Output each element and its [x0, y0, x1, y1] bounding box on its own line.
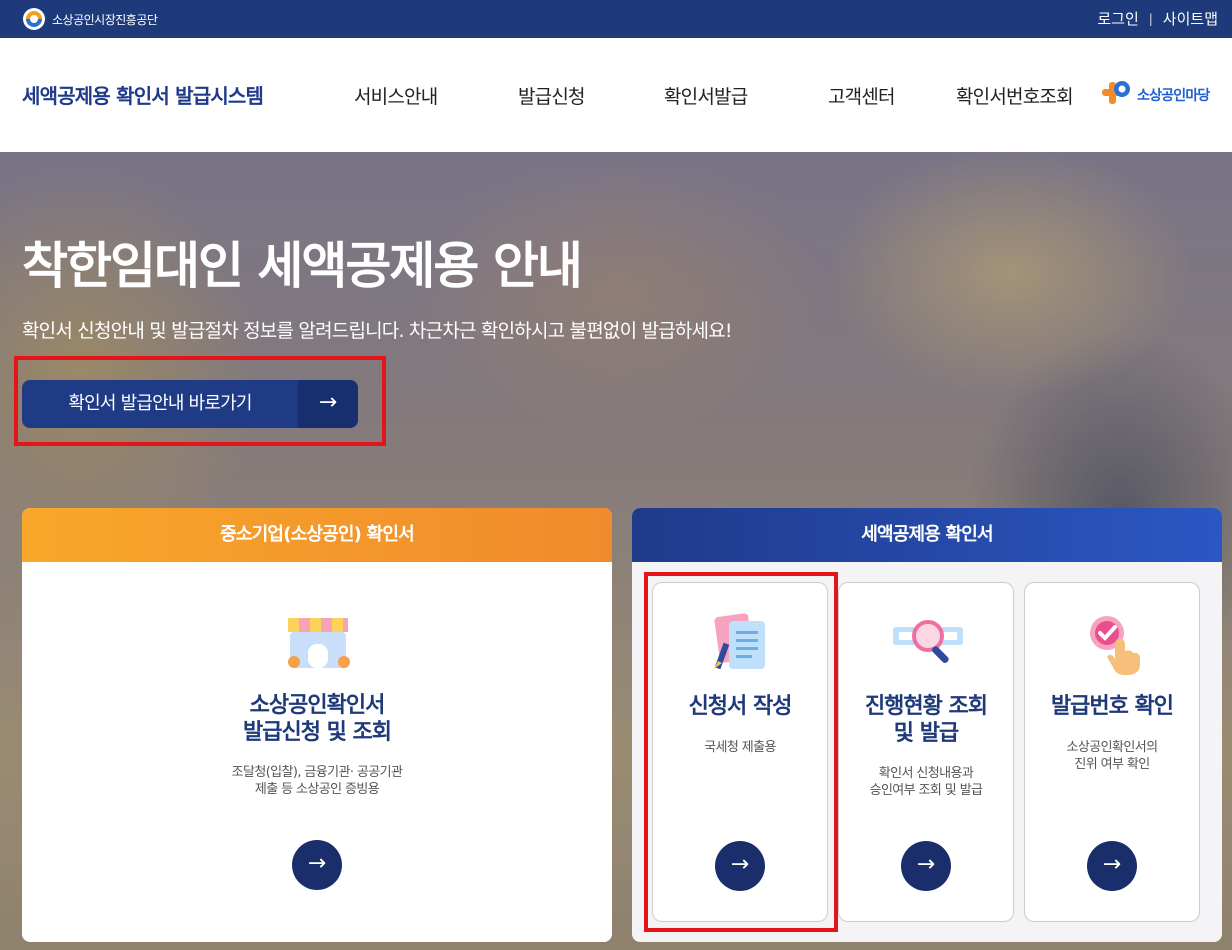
- desc-line: 확인서 신청내용과: [878, 766, 974, 781]
- site-title[interactable]: 세액공제용 확인서 발급시스템: [22, 80, 264, 109]
- utility-links: 로그인 | 사이트맵: [1097, 8, 1218, 29]
- brand-name: 소상공인마당: [1137, 88, 1210, 104]
- hero-section: 착한임대인 세액공제용 안내 확인서 신청안내 및 발급절차 정보를 알려드립니…: [0, 152, 1232, 950]
- magnifier-icon: [891, 615, 965, 675]
- link-separator: |: [1148, 11, 1153, 26]
- org-logo-link[interactable]: 소상공인시장진흥공단: [22, 7, 158, 31]
- login-link[interactable]: 로그인: [1097, 8, 1138, 29]
- plus-logo-icon: [1100, 78, 1134, 112]
- card-title: 신청서 작성: [653, 693, 827, 720]
- check-hand-icon: [1085, 611, 1145, 679]
- card-description: 소상공인확인서의 진위 여부 확인: [1025, 739, 1199, 773]
- title-line: 발급번호 확인: [1050, 694, 1174, 719]
- title-line: 신청서 작성: [688, 694, 793, 719]
- apply-form-go-button[interactable]: →: [715, 841, 765, 891]
- top-utility-bar: 소상공인시장진흥공단 로그인 | 사이트맵: [0, 0, 1232, 38]
- desc-line: 진위 여부 확인: [1074, 757, 1150, 772]
- title-line: 발급신청 및 조회: [243, 720, 392, 745]
- main-header: 세액공제용 확인서 발급시스템 서비스안내 발급신청 확인서발급 고객센터 확인…: [0, 38, 1232, 152]
- nav-certificate-issue[interactable]: 확인서발급: [664, 82, 748, 109]
- org-name: 소상공인시장진흥공단: [52, 12, 158, 27]
- panel-header: 세액공제용 확인서: [632, 508, 1222, 562]
- org-emblem-icon: [22, 7, 46, 31]
- hero-title: 착한임대인 세액공제용 안내: [22, 237, 583, 295]
- nav-customer-center[interactable]: 고객센터: [828, 82, 896, 109]
- nav-certificate-number-lookup[interactable]: 확인서번호조회: [956, 82, 1074, 109]
- issue-number-check-card[interactable]: 발급번호 확인 소상공인확인서의 진위 여부 확인 →: [1024, 582, 1200, 922]
- desc-line: 소상공인확인서의: [1066, 740, 1158, 755]
- sme-certificate-go-button[interactable]: →: [292, 840, 342, 890]
- hero-subtitle: 확인서 신청안내 및 발급절차 정보를 알려드립니다. 차근차근 확인하시고 불…: [22, 320, 733, 342]
- title-line: 진행현황 조회: [864, 694, 988, 719]
- progress-status-go-button[interactable]: →: [901, 841, 951, 891]
- panel-header: 중소기업(소상공인) 확인서: [22, 508, 612, 562]
- desc-line: 승인여부 조회 및 발급: [869, 783, 983, 798]
- store-icon: [284, 610, 352, 674]
- card-title: 소상공인확인서 발급신청 및 조회: [22, 692, 612, 746]
- card-description: 조달청(입찰), 금융기관· 공공기관 제출 등 소상공인 증빙용: [22, 764, 612, 798]
- progress-status-card[interactable]: 진행현황 조회 및 발급 확인서 신청내용과 승인여부 조회 및 발급 →: [838, 582, 1014, 922]
- card-title: 발급번호 확인: [1025, 693, 1199, 720]
- desc-line: 조달청(입찰), 금융기관· 공공기관: [231, 765, 403, 780]
- document-pen-icon: [709, 611, 773, 679]
- tax-credit-certificate-panel: 세액공제용 확인서 신청서 작성 국세청 제출용 → 진행현황 조회 및 발급 …: [632, 508, 1222, 942]
- guide-button-label: 확인서 발급안내 바로가기: [68, 393, 252, 414]
- issue-number-go-button[interactable]: →: [1087, 841, 1137, 891]
- certificate-guide-button[interactable]: 확인서 발급안내 바로가기 →: [22, 380, 358, 428]
- sitemap-link[interactable]: 사이트맵: [1163, 8, 1218, 29]
- card-description: 국세청 제출용: [653, 739, 827, 756]
- sosang-madang-link[interactable]: 소상공인마당: [1100, 78, 1210, 112]
- title-line: 및 발급: [893, 721, 959, 746]
- card-title: 진행현황 조회 및 발급: [839, 693, 1013, 747]
- nav-service-guide[interactable]: 서비스안내: [354, 82, 438, 109]
- nav-apply[interactable]: 발급신청: [518, 82, 586, 109]
- title-line: 소상공인확인서: [249, 693, 386, 718]
- desc-line: 국세청 제출용: [704, 740, 776, 755]
- card-description: 확인서 신청내용과 승인여부 조회 및 발급: [839, 765, 1013, 799]
- arrow-right-icon: →: [298, 380, 358, 428]
- desc-line: 제출 등 소상공인 증빙용: [254, 782, 380, 797]
- apply-form-card[interactable]: 신청서 작성 국세청 제출용 →: [652, 582, 828, 922]
- sme-certificate-panel: 중소기업(소상공인) 확인서 소상공인확인서 발급신청 및 조회 조달청(입찰)…: [22, 508, 612, 942]
